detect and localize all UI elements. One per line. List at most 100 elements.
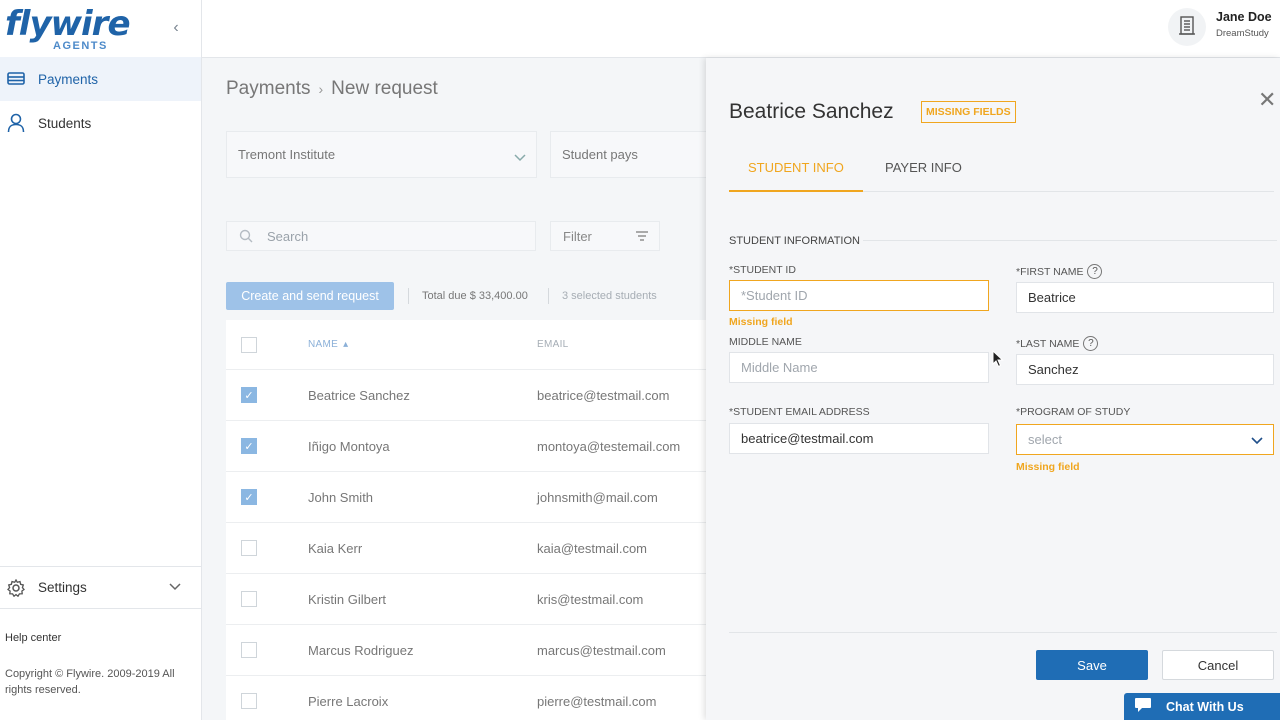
sidebar-item-students[interactable]: Students xyxy=(0,101,201,145)
user-icon xyxy=(6,113,26,133)
user-name[interactable]: Jane Doe xyxy=(1216,10,1272,24)
total-due: Total due $ 33,400.00 xyxy=(408,288,528,304)
chat-label: Chat With Us xyxy=(1166,699,1244,714)
sidebar: flywire AGENTS ‹ Payments Students Setti… xyxy=(0,0,202,720)
mouse-cursor-icon xyxy=(992,349,1004,368)
student-name: Marcus Rodriguez xyxy=(308,642,414,658)
name-column-header[interactable]: NAME ▴ xyxy=(308,339,537,350)
search-placeholder: Search xyxy=(267,228,309,244)
table-row[interactable]: Marcus Rodriguez marcus@testmail.com xyxy=(226,625,706,676)
copyright-text: Copyright © Flywire. 2009-2019 All right… xyxy=(5,668,175,696)
student-email: montoya@testemail.com xyxy=(537,438,681,454)
student-name: Pierre Lacroix xyxy=(308,693,389,709)
payments-icon xyxy=(6,69,26,89)
organization-avatar[interactable] xyxy=(1168,8,1206,46)
chevron-down-icon xyxy=(514,150,526,165)
tab-student-info[interactable]: STUDENT INFO xyxy=(729,154,863,192)
student-detail-panel: Beatrice Sanchez MISSING FIELDS ✕ STUDEN… xyxy=(706,58,1280,720)
create-and-send-request-button[interactable]: Create and send request xyxy=(226,282,394,310)
section-title: STUDENT INFORMATION xyxy=(729,235,860,247)
footer-divider xyxy=(729,632,1277,633)
table-row[interactable]: ✓ Iñigo Montoya montoya@testemail.com xyxy=(226,421,706,472)
email-field[interactable]: beatrice@testmail.com xyxy=(729,423,989,454)
sidebar-item-payments[interactable]: Payments xyxy=(0,57,201,101)
building-icon xyxy=(1178,15,1196,40)
student-name: Beatrice Sanchez xyxy=(308,387,410,403)
help-icon[interactable]: ? xyxy=(1087,264,1103,279)
row-checkbox[interactable]: ✓ xyxy=(241,387,257,403)
table-row[interactable]: Pierre Lacroix pierre@testmail.com xyxy=(226,676,706,720)
filter-button[interactable]: Filter xyxy=(550,221,660,251)
sort-icon: ▴ xyxy=(343,339,349,350)
row-checkbox[interactable]: ✓ xyxy=(241,438,257,454)
table-row[interactable]: ✓ Beatrice Sanchez beatrice@testmail.com xyxy=(226,370,706,421)
sidebar-item-label: Payments xyxy=(38,71,99,87)
table-row[interactable]: ✓ John Smith johnsmith@mail.com xyxy=(226,472,706,523)
panel-tabs: STUDENT INFO PAYER INFO xyxy=(729,154,1274,192)
breadcrumb-payments[interactable]: Payments xyxy=(226,78,310,100)
row-checkbox[interactable]: ✓ xyxy=(241,489,257,505)
student-name: Kaia Kerr xyxy=(308,540,363,556)
breadcrumb: Payments › New request xyxy=(226,78,438,100)
table-row[interactable]: Kristin Gilbert kris@testmail.com xyxy=(226,574,706,625)
chevron-right-icon: › xyxy=(318,81,324,97)
student-id-error: Missing field xyxy=(729,316,793,328)
last-name-field[interactable]: Sanchez xyxy=(1016,354,1274,385)
table-header: NAME ▴ EMAIL xyxy=(226,320,706,370)
middle-name-field[interactable]: Middle Name xyxy=(729,352,989,383)
program-label: *PROGRAM OF STUDY xyxy=(1016,406,1131,418)
main-content: Payments › New request Tremont Institute… xyxy=(202,58,706,720)
sidebar-item-settings[interactable]: Settings xyxy=(0,566,201,609)
logo-subtitle: AGENTS xyxy=(53,40,108,52)
gear-icon xyxy=(6,578,26,598)
payer-select[interactable]: Student pays xyxy=(550,131,706,178)
help-icon[interactable]: ? xyxy=(1083,336,1099,351)
email-label: *STUDENT EMAIL ADDRESS xyxy=(729,406,870,418)
flywire-logo[interactable]: flywire AGENTS xyxy=(5,4,131,52)
chevron-down-icon xyxy=(1251,433,1263,448)
chevron-down-icon xyxy=(169,579,181,594)
section-divider xyxy=(863,240,1277,241)
last-name-value: Sanchez xyxy=(1028,362,1079,377)
student-name: Iñigo Montoya xyxy=(308,438,390,454)
breadcrumb-new-request: New request xyxy=(331,78,438,99)
settings-label: Settings xyxy=(38,580,87,595)
student-id-field[interactable]: *Student ID xyxy=(729,280,989,311)
table-row[interactable]: Kaia Kerr kaia@testmail.com xyxy=(226,523,706,574)
collapse-sidebar-button[interactable]: ‹ xyxy=(168,18,184,38)
sidebar-item-label: Students xyxy=(38,115,92,131)
payer-select-value: Student pays xyxy=(562,147,638,162)
institution-select-value: Tremont Institute xyxy=(238,147,336,162)
search-icon xyxy=(239,229,253,243)
row-checkbox[interactable] xyxy=(241,540,257,556)
student-name: Kristin Gilbert xyxy=(308,591,387,607)
row-checkbox[interactable] xyxy=(241,642,257,658)
email-column-header: EMAIL xyxy=(537,339,569,350)
first-name-field[interactable]: Beatrice xyxy=(1016,282,1274,313)
close-icon[interactable]: ✕ xyxy=(1258,89,1276,111)
row-checkbox[interactable] xyxy=(241,591,257,607)
first-name-label: *FIRST NAME ? xyxy=(1016,264,1103,279)
student-id-label: *STUDENT ID xyxy=(729,264,796,276)
save-button[interactable]: Save xyxy=(1036,650,1148,680)
middle-name-label: MIDDLE NAME xyxy=(729,336,802,348)
select-all-checkbox[interactable] xyxy=(241,336,257,353)
chat-button[interactable]: Chat With Us xyxy=(1124,693,1280,720)
middle-name-placeholder: Middle Name xyxy=(741,360,818,375)
tab-payer-info[interactable]: PAYER INFO xyxy=(866,154,981,192)
program-placeholder: select xyxy=(1028,432,1062,447)
institution-select[interactable]: Tremont Institute xyxy=(226,131,537,178)
help-center-link[interactable]: Help center xyxy=(5,632,61,644)
panel-title: Beatrice Sanchez xyxy=(729,100,894,123)
search-input[interactable]: Search xyxy=(226,221,536,251)
user-organization: DreamStudy xyxy=(1216,28,1269,39)
program-select[interactable]: select xyxy=(1016,424,1274,455)
last-name-label: *LAST NAME ? xyxy=(1016,336,1099,351)
row-checkbox[interactable] xyxy=(241,693,257,709)
students-table: NAME ▴ EMAIL ✓ Beatrice Sanchez beatrice@… xyxy=(226,320,706,720)
student-email: kaia@testmail.com xyxy=(537,540,648,556)
filter-icon xyxy=(635,230,649,245)
filter-label: Filter xyxy=(563,228,592,244)
cancel-button[interactable]: Cancel xyxy=(1162,650,1274,680)
student-email: kris@testmail.com xyxy=(537,591,644,607)
